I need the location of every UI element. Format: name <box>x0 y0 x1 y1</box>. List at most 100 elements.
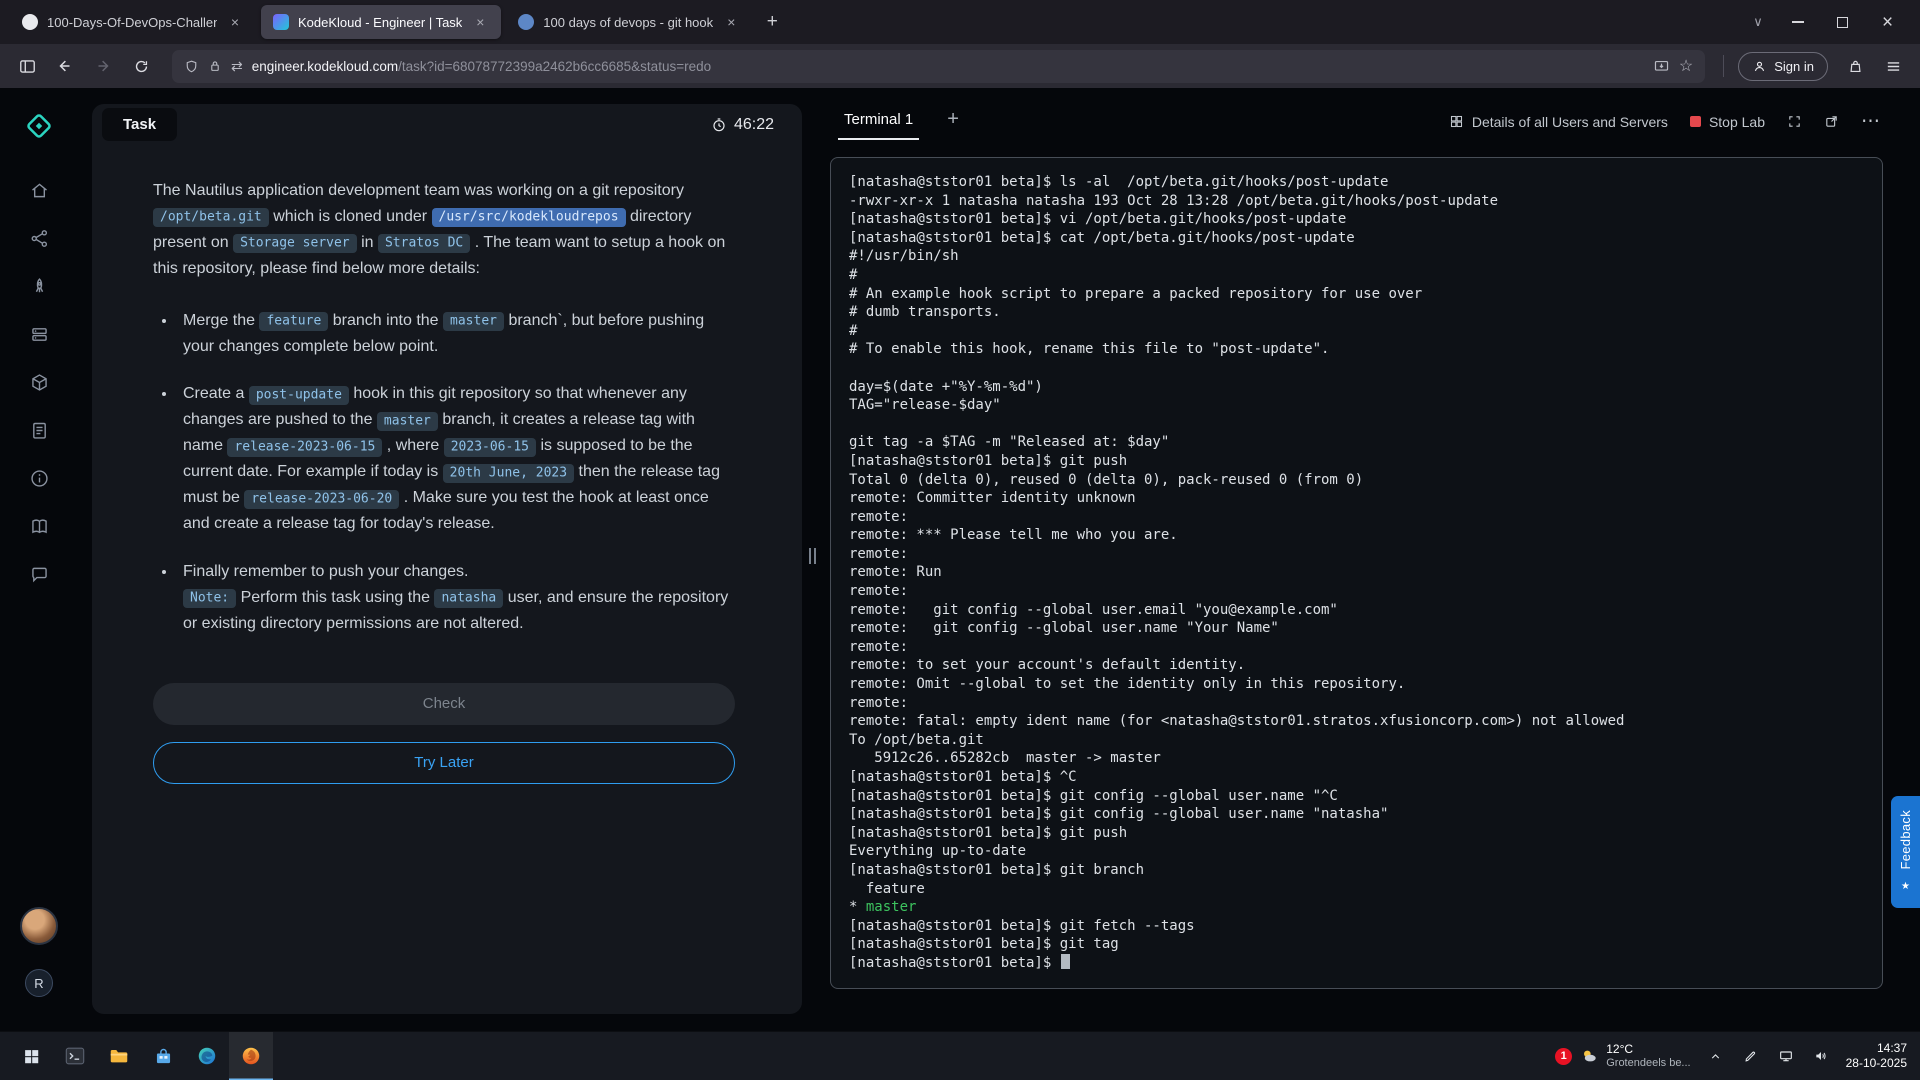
sidebar-toggle-icon[interactable] <box>10 50 44 82</box>
terminal-line: Total 0 (delta 0), reused 0 (delta 0), p… <box>849 471 1864 490</box>
new-terminal-button[interactable] <box>947 104 959 131</box>
inline-code: 20th June, 2023 <box>443 464 574 483</box>
notification-badge[interactable]: 1 <box>1555 1048 1572 1065</box>
task-bullet: Create a post-update hook in this git re… <box>177 381 735 536</box>
sidebar-packages-icon[interactable] <box>15 358 63 406</box>
profile-initial: R <box>34 976 43 991</box>
sidebar-support-chat-icon[interactable] <box>15 550 63 598</box>
sidebar-learning-path-icon[interactable] <box>15 214 63 262</box>
tray-chevron-up-icon[interactable] <box>1706 1050 1726 1063</box>
timer-value: 46:22 <box>734 116 774 134</box>
terminal[interactable]: [natasha@ststor01 beta]$ ls -al /opt/bet… <box>830 157 1883 989</box>
browser-tab-2-active[interactable]: KodeKloud - Engineer | Task <box>261 5 501 39</box>
page-favicon-icon <box>518 14 534 30</box>
taskbar-app-terminal-icon[interactable] <box>53 1032 97 1080</box>
terminal-line: remote: git config --global user.name "Y… <box>849 619 1864 638</box>
task-bullet-list: Merge the feature branch into the master… <box>177 308 735 637</box>
sidebar-home-icon[interactable] <box>15 166 63 214</box>
inline-code: Stratos DC <box>378 234 470 253</box>
terminal-line: [natasha@ststor01 beta]$ git push <box>849 452 1864 471</box>
tray-network-icon[interactable] <box>1776 1048 1796 1064</box>
inline-code: /opt/beta.git <box>153 208 269 227</box>
weather-widget[interactable]: 1 12°C Grotendeels be... <box>1555 1043 1690 1069</box>
task-panel: Task 46:22 The Nautilus application deve… <box>92 104 802 1014</box>
terminal-tab[interactable]: Terminal 1 <box>838 104 919 140</box>
taskbar-clock[interactable]: 14:37 28-10-2025 <box>1846 1041 1907 1071</box>
menu-hamburger-icon[interactable] <box>1876 50 1910 82</box>
sidebar-docs-icon[interactable] <box>15 502 63 550</box>
terminal-line: [natasha@ststor01 beta]$ git fetch --tag… <box>849 917 1864 936</box>
terminal-line: * master <box>849 898 1864 917</box>
terminal-line: # <box>849 266 1864 285</box>
sidebar-labs-icon[interactable] <box>15 310 63 358</box>
reload-button[interactable] <box>124 50 158 82</box>
sign-in-button[interactable]: Sign in <box>1738 52 1828 81</box>
terminal-line: remote: *** Please tell me who you are. <box>849 526 1864 545</box>
tracking-shield-icon[interactable] <box>184 59 199 74</box>
panel-resize-handle[interactable] <box>809 548 819 564</box>
new-tab-button[interactable] <box>757 7 787 37</box>
window-close-button[interactable] <box>1865 0 1910 44</box>
save-page-icon[interactable] <box>1653 58 1670 75</box>
taskbar-edge-icon[interactable] <box>185 1032 229 1080</box>
feedback-tab[interactable]: Feedback <box>1891 796 1920 908</box>
task-bullet: Finally remember to push your changes.No… <box>177 559 735 637</box>
permissions-icon[interactable] <box>231 58 243 75</box>
browser-tab-strip: 100-Days-Of-DevOps-Challeng KodeKloud - … <box>0 0 1920 44</box>
browser-tab-1[interactable]: 100-Days-Of-DevOps-Challeng <box>10 5 256 39</box>
terminal-header: Terminal 1 Details of all Users and Serv… <box>838 104 1880 144</box>
inline-code: master <box>377 412 438 431</box>
tab-close-icon[interactable] <box>722 13 740 31</box>
list-all-tabs-icon[interactable] <box>1741 14 1775 30</box>
terminal-line: # dumb transports. <box>849 303 1864 322</box>
tab-close-icon[interactable] <box>226 13 244 31</box>
browser-tab-3[interactable]: 100 days of devops - git hook p <box>506 5 752 39</box>
terminal-line: remote: git config --global user.email "… <box>849 601 1864 620</box>
details-users-servers-button[interactable]: Details of all Users and Servers <box>1449 114 1668 130</box>
profile-badge[interactable]: R <box>25 969 53 997</box>
window-maximize-button[interactable] <box>1820 0 1865 44</box>
terminal-line: [natasha@ststor01 beta]$ git config --gl… <box>849 805 1864 824</box>
user-avatar[interactable] <box>20 907 58 945</box>
terminal-menu-icon[interactable] <box>1861 110 1880 133</box>
terminal-line: [natasha@ststor01 beta]$ ^C <box>849 768 1864 787</box>
tray-volume-icon[interactable] <box>1811 1048 1831 1064</box>
taskbar-store-icon[interactable] <box>141 1032 185 1080</box>
start-button[interactable] <box>9 1032 53 1080</box>
sidebar-notes-icon[interactable] <box>15 406 63 454</box>
lock-icon[interactable] <box>208 59 222 73</box>
task-timer: 46:22 <box>711 116 774 134</box>
address-bar[interactable]: engineer.kodekloud.com/task?id=680787723… <box>172 50 1705 83</box>
task-tab[interactable]: Task <box>102 108 177 141</box>
taskbar-file-explorer-icon[interactable] <box>97 1032 141 1080</box>
tray-pen-icon[interactable] <box>1741 1049 1761 1064</box>
tab-close-icon[interactable] <box>471 13 489 31</box>
terminal-line: -rwxr-xr-x 1 natasha natasha 193 Oct 28 … <box>849 192 1864 211</box>
taskbar-firefox-icon[interactable] <box>229 1032 273 1080</box>
kodekloud-logo[interactable] <box>19 106 59 146</box>
fullscreen-icon[interactable] <box>1787 114 1802 129</box>
terminal-line: remote: <box>849 638 1864 657</box>
check-button[interactable]: Check <box>153 683 735 725</box>
terminal-line: # An example hook script to prepare a pa… <box>849 285 1864 304</box>
screen: 100-Days-Of-DevOps-Challeng KodeKloud - … <box>0 0 1920 1080</box>
terminal-line: remote: Run <box>849 563 1864 582</box>
stop-icon <box>1690 116 1701 127</box>
try-later-button[interactable]: Try Later <box>153 742 735 784</box>
extensions-icon[interactable] <box>1838 50 1872 82</box>
stop-lab-button[interactable]: Stop Lab <box>1690 114 1765 130</box>
bookmark-star-icon[interactable] <box>1679 56 1693 76</box>
open-in-new-icon[interactable] <box>1824 114 1839 129</box>
terminal-line: remote: <box>849 508 1864 527</box>
terminal-line: 5912c26..65282cb master -> master <box>849 749 1864 768</box>
back-button[interactable] <box>48 50 82 82</box>
sidebar-info-icon[interactable] <box>15 454 63 502</box>
sidebar-playground-icon[interactable] <box>15 262 63 310</box>
inline-code: Note: <box>183 589 236 608</box>
system-tray: 1 12°C Grotendeels be... 14:37 <box>1555 1041 1920 1071</box>
forward-button[interactable] <box>86 50 120 82</box>
task-actions: Check Try Later <box>153 683 735 784</box>
inline-code: /usr/src/kodekloudrepos <box>432 208 626 227</box>
window-minimize-button[interactable] <box>1775 0 1820 44</box>
url-domain: engineer.kodekloud.com <box>252 59 398 74</box>
